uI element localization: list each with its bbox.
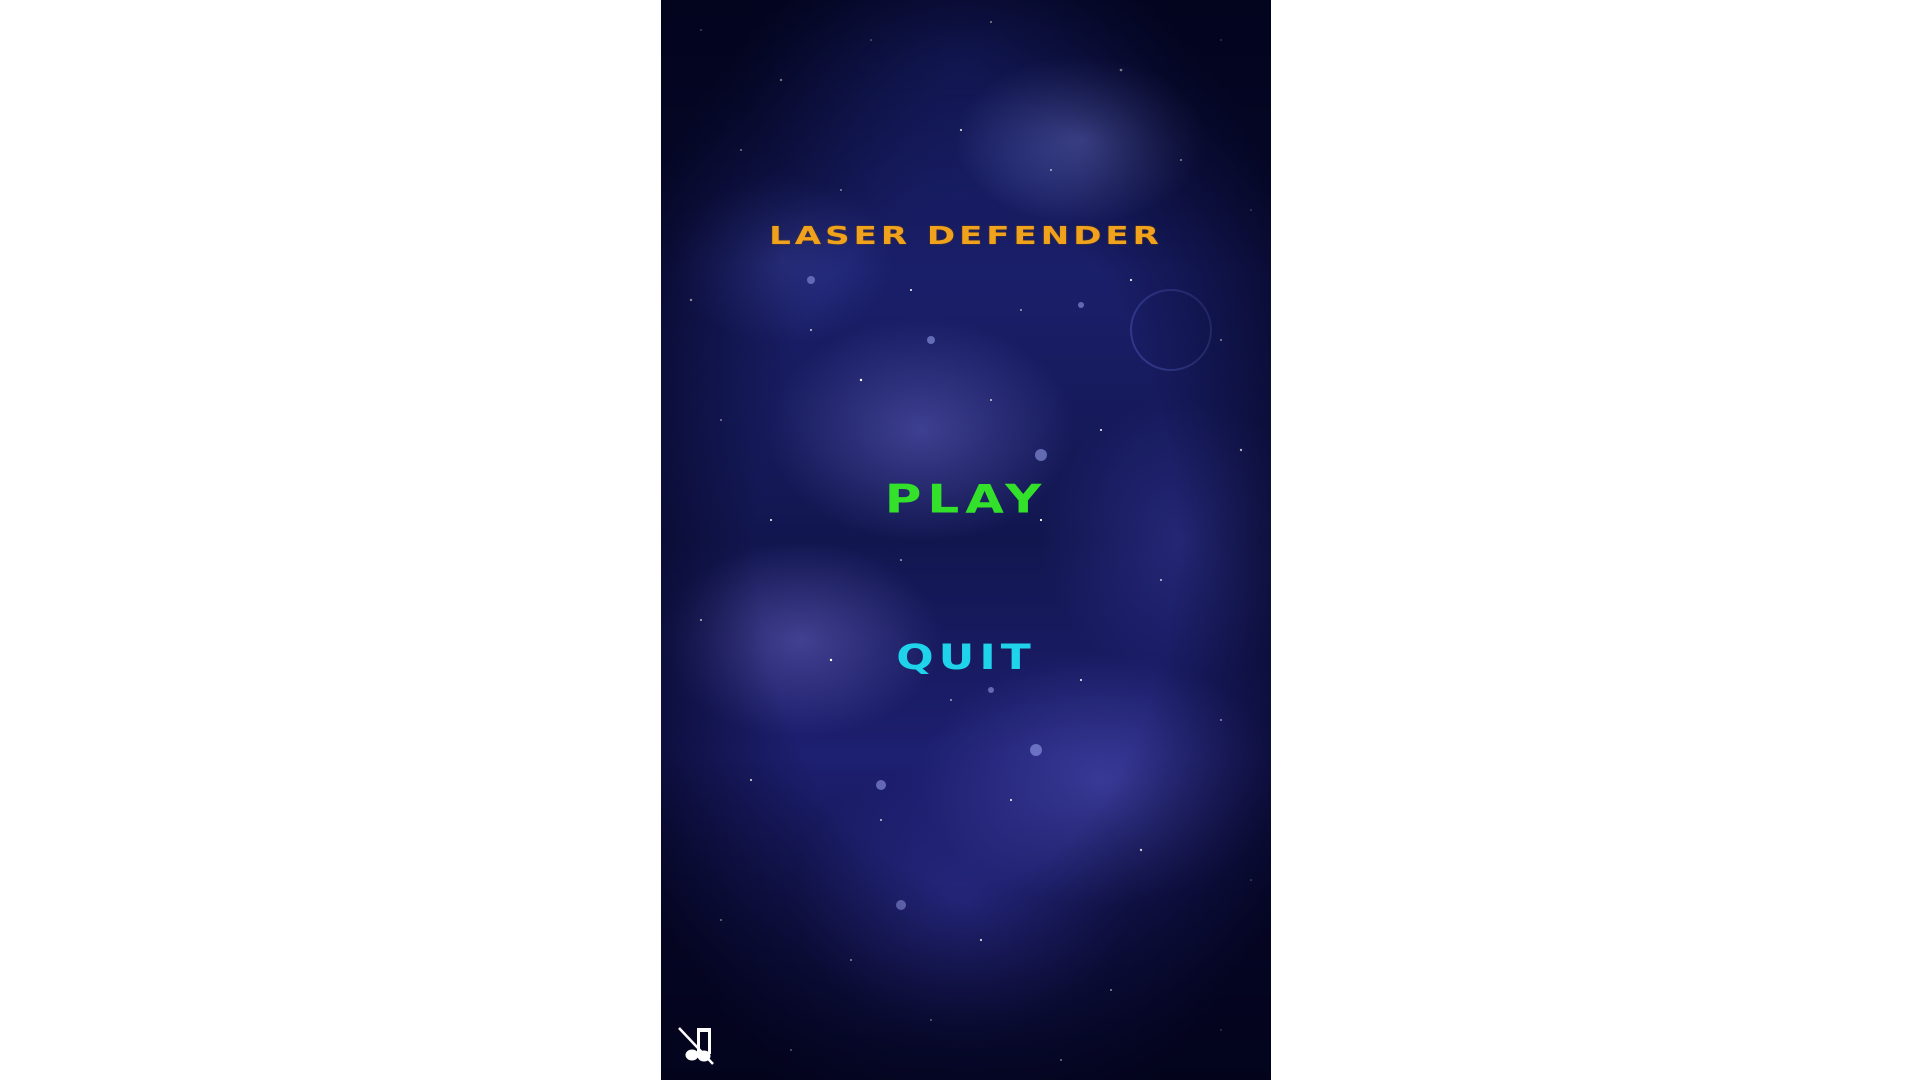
play-button[interactable]: Play [816, 476, 1116, 521]
quit-button[interactable]: Quit [816, 638, 1116, 678]
starfield [689, 21, 1252, 1061]
page-background: Laser Defender Play Quit [0, 0, 1920, 1080]
game-title: Laser Defender [769, 221, 1163, 251]
game-viewport: Laser Defender Play Quit [661, 0, 1271, 1080]
vignette-overlay [661, 0, 1271, 1080]
music-muted-icon [678, 1027, 714, 1065]
music-toggle-button[interactable] [675, 1024, 715, 1066]
